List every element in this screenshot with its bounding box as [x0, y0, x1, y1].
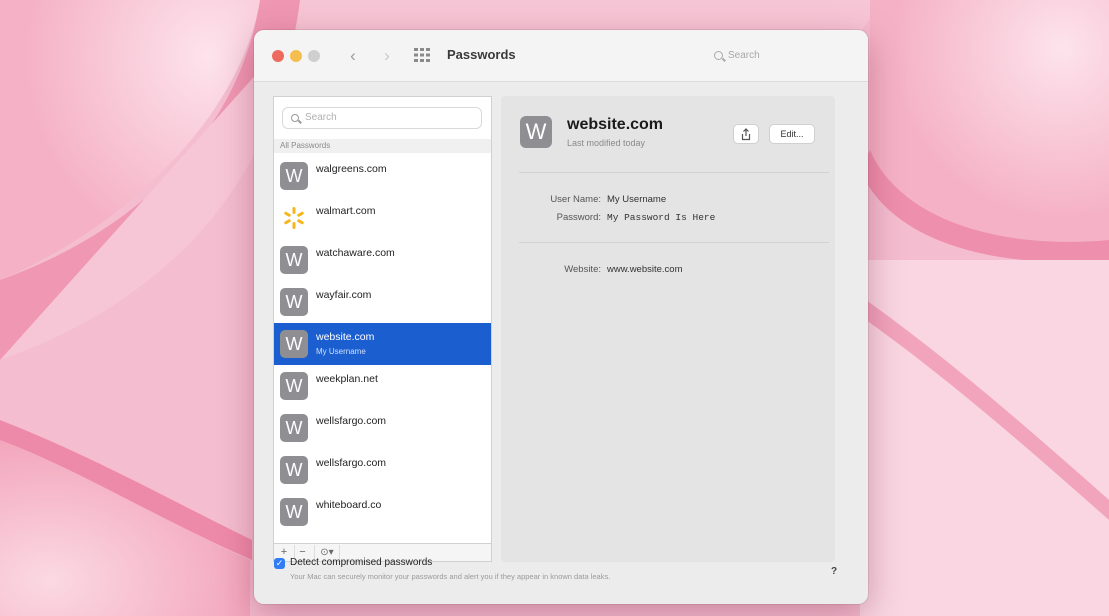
letter-avatar-icon: W [280, 414, 308, 442]
list-item[interactable]: W watchaware.com [274, 239, 491, 281]
list-item[interactable]: W wellsfargo.com [274, 449, 491, 491]
password-value[interactable]: My Password Is Here [607, 212, 715, 223]
section-header: All Passwords [274, 139, 491, 153]
letter-avatar-icon: W [280, 456, 308, 484]
letter-avatar-icon: W [280, 372, 308, 400]
share-button[interactable] [733, 124, 759, 144]
username-value[interactable]: My Username [607, 194, 666, 205]
letter-avatar-icon: W [280, 162, 308, 190]
letter-avatar-icon: W [280, 246, 308, 274]
password-detail-pane: W website.com Last modified today Edit..… [501, 96, 835, 562]
divider [519, 172, 829, 173]
detail-subtitle: Last modified today [567, 138, 646, 148]
list-item[interactable]: W wellsfargo.com [274, 407, 491, 449]
zoom-window-button[interactable] [308, 50, 320, 62]
list-item-site: walgreens.com [316, 163, 387, 175]
website-label: Website: [564, 264, 601, 275]
help-button[interactable]: ? [826, 564, 842, 580]
list-item-username: My Username [316, 347, 366, 356]
password-search-placeholder: Search [305, 112, 337, 123]
list-item-site: whiteboard.co [316, 499, 382, 511]
password-label: Password: [556, 212, 601, 223]
list-item[interactable]: walmart.com [274, 197, 491, 239]
preferences-search-field[interactable]: Search [706, 44, 856, 68]
website-value[interactable]: www.website.com [607, 264, 683, 275]
back-button[interactable]: ‹ [342, 44, 364, 68]
list-item-site: watchaware.com [316, 247, 395, 259]
list-item[interactable]: W weekplan.net [274, 365, 491, 407]
minimize-window-button[interactable] [290, 50, 302, 62]
list-item-site: wayfair.com [316, 289, 372, 301]
list-item[interactable]: W walgreens.com [274, 155, 491, 197]
password-search-field[interactable]: Search [282, 107, 482, 129]
search-icon [291, 114, 299, 122]
letter-avatar-icon: W [280, 288, 308, 316]
detail-title: website.com [567, 116, 664, 133]
list-item[interactable]: W wayfair.com [274, 281, 491, 323]
list-item[interactable]: W whiteboard.co [274, 491, 491, 533]
list-item-site: wellsfargo.com [316, 415, 387, 427]
detect-compromised-checkbox[interactable]: ✓ [274, 558, 285, 569]
list-item-site: wellsfargo.com [316, 457, 387, 469]
forward-button[interactable]: › [376, 44, 398, 68]
divider [519, 242, 829, 243]
search-icon [714, 51, 723, 60]
show-all-grid-icon[interactable] [414, 48, 430, 62]
password-list: W walgreens.com walmart.com W watchaware… [274, 155, 491, 533]
close-window-button[interactable] [272, 50, 284, 62]
letter-avatar-icon: W [280, 330, 308, 358]
detect-compromised-label: Detect compromised passwords [290, 557, 433, 568]
passwords-window: ‹ › Passwords Search Search All Password… [254, 30, 868, 604]
edit-button[interactable]: Edit... [769, 124, 815, 144]
preferences-search-placeholder: Search [728, 50, 760, 61]
list-item-site: walmart.com [316, 205, 376, 217]
password-list-sidebar: Search All Passwords W walgreens.com wal… [273, 96, 492, 544]
list-item-site: website.com [316, 331, 375, 343]
detect-compromised-description: Your Mac can securely monitor your passw… [290, 572, 611, 581]
letter-avatar-icon: W [520, 116, 552, 148]
share-icon [741, 128, 751, 141]
list-item-selected[interactable]: W website.com My Username [274, 323, 491, 365]
title-bar: ‹ › Passwords Search [254, 30, 868, 82]
list-item-site: weekplan.net [316, 373, 378, 385]
walmart-spark-icon [280, 204, 308, 232]
username-label: User Name: [550, 194, 601, 205]
letter-avatar-icon: W [280, 498, 308, 526]
window-title: Passwords [447, 47, 516, 62]
